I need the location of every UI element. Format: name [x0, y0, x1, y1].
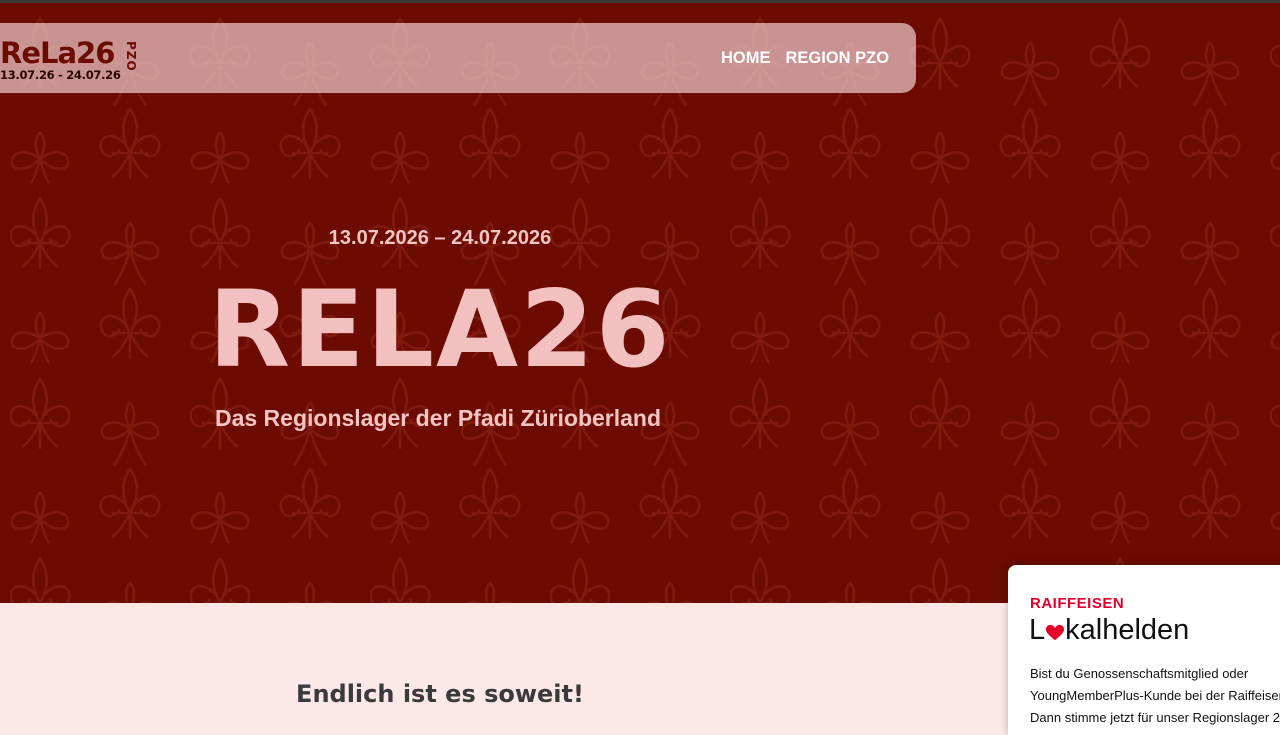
raiffeisen-brand: RAIFFEISEN [1030, 595, 1125, 612]
logo-dates: 13.07.26 - 24.07.26 [0, 68, 121, 82]
section-heading: Endlich ist es soweit! [296, 680, 584, 708]
site-logo[interactable]: ReLa26 13.07.26 - 24.07.26 PZO [0, 37, 150, 87]
lokalhelden-title-end: kalhelden [1065, 614, 1190, 646]
widget-text-line: YoungMemberPlus-Kunde bei der Raiffeisen [1030, 688, 1280, 703]
logo-title: ReLa26 [0, 36, 115, 70]
widget-text-line: Bist du Genossenschaftsmitglied oder [1030, 666, 1249, 681]
logo-region: PZO [124, 41, 138, 72]
nav-menu: HOME REGION PZO [721, 49, 904, 68]
hero-title: RELA26 [208, 268, 672, 391]
hero-date: 13.07.2026 – 24.07.2026 [328, 227, 552, 249]
heart-icon [1046, 624, 1065, 641]
widget-text-line: Dann stimme jetzt für unser Regionslager… [1030, 710, 1280, 725]
hero-section: 13.07.2026 – 24.07.2026 RELA26 Das Regio… [0, 3, 1280, 603]
widget-description: Bist du Genossenschaftsmitglied oder You… [1030, 663, 1280, 729]
lokalhelden-title-start: L [1029, 614, 1046, 646]
nav-region-pzo-link[interactable]: REGION PZO [786, 49, 890, 68]
lokalhelden-title: L kalhelden [1029, 613, 1189, 647]
navbar: ReLa26 13.07.26 - 24.07.26 PZO HOME REGI… [0, 23, 916, 93]
nav-home-link[interactable]: HOME [721, 49, 771, 68]
hero-subtitle: Das Regionslager der Pfadi Züriober­land [214, 405, 662, 431]
raiffeisen-lokalhelden-widget[interactable]: RAIFFEISEN L kalhelden Bist du Genossens… [1008, 565, 1280, 735]
